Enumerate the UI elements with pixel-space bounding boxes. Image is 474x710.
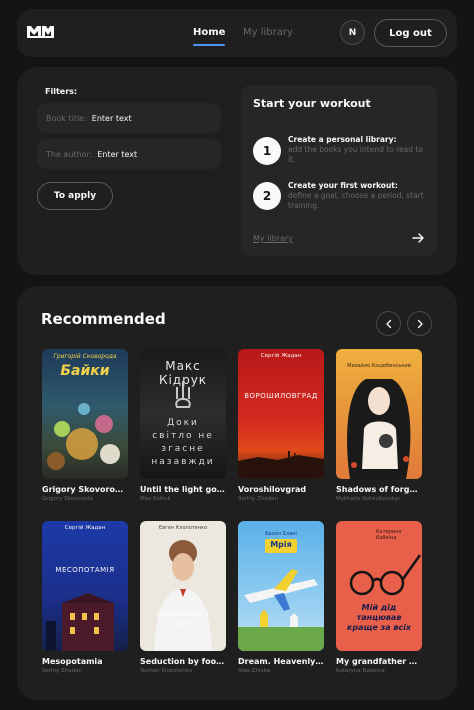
cover-airplane xyxy=(238,569,324,651)
logout-button[interactable]: Log out xyxy=(374,19,447,47)
workout-card: Start your workout 1 Create a personal l… xyxy=(241,85,437,256)
prev-page-button[interactable] xyxy=(376,311,401,336)
book-author: Serhiy Zhadan xyxy=(238,496,279,502)
book-author: Kateryna Babkina xyxy=(336,668,385,674)
cover-title: Байки xyxy=(60,363,110,379)
book-cover[interactable]: Євген Клопотенко Звабленн я їжею xyxy=(140,521,226,651)
cover-hand-illustration xyxy=(175,381,191,408)
book-title[interactable]: Until the light goes ... xyxy=(140,485,226,494)
book-title[interactable]: Mesopotamia xyxy=(42,657,128,666)
book-cover[interactable]: Катерина Бабкіна Мій дід танцював краще … xyxy=(336,521,422,651)
book-card[interactable]: Макс Кідрук Доки світло не згасне назавж… xyxy=(140,349,226,502)
cover-title: Мрія xyxy=(270,540,292,549)
cover-title: МЕСОПОТАМІЯ xyxy=(55,566,115,574)
step-1-title: Create a personal library: xyxy=(288,135,397,144)
arrow-right-icon[interactable] xyxy=(412,232,424,244)
filters-heading: Filters: xyxy=(45,87,78,96)
book-title[interactable]: Shadows of forgott... xyxy=(336,485,422,494)
author-input[interactable]: Enter text xyxy=(97,150,137,159)
book-author: Grigory Skovoroda xyxy=(42,496,94,502)
book-title-input[interactable]: Enter text xyxy=(92,114,132,123)
step-2-description: define a goal, choose a period, start tr… xyxy=(288,191,424,210)
book-author: Max Kidruk xyxy=(140,496,171,502)
book-cover[interactable]: Бахил Блакі Мрія xyxy=(238,521,324,651)
user-avatar[interactable]: N xyxy=(340,20,365,45)
cover-author: Сергій Жадан xyxy=(260,353,302,359)
recommended-panel: Recommended Григорій Сковорода Байки Gri… xyxy=(17,286,457,700)
book-author: Stas Zhivka xyxy=(238,668,271,674)
cover-title: Звабленн я їжею xyxy=(157,609,209,628)
book-title[interactable]: Dream. Heavenly al... xyxy=(238,657,324,666)
author-field[interactable]: The author: Enter text xyxy=(37,139,221,169)
cover-title: Мій дід танцював краще за всіх xyxy=(346,603,412,632)
book-card[interactable]: Бахил Блакі Мрія Dream. Heavenly al... S… xyxy=(238,521,324,674)
app-logo-icon[interactable] xyxy=(27,26,54,38)
book-card[interactable]: Сергій Жадан ВОРОШИЛОВГРАД Voroshilovgra… xyxy=(238,349,324,502)
cover-author: Григорій Сковорода xyxy=(53,353,117,360)
book-author: Mykhailo Kotsiubynskyi xyxy=(336,496,400,502)
cover-building xyxy=(46,593,114,651)
cover-author: Сергій Жадан xyxy=(64,525,106,531)
cover-title: ВОРОШИЛОВГРАД xyxy=(244,392,318,400)
book-cover[interactable]: Григорій Сковорода Байки xyxy=(42,349,128,479)
nav-library-link[interactable]: My library xyxy=(243,27,293,38)
filters-panel: Filters: Book title: Enter text The auth… xyxy=(17,67,457,275)
cover-illustration xyxy=(47,403,120,470)
step-1-description: add the books you intend to read to it. xyxy=(288,145,423,164)
chevron-left-icon xyxy=(385,319,391,328)
cover-landscape xyxy=(238,451,324,479)
author-label: The author: xyxy=(46,149,93,159)
book-cover[interactable]: Сергій Жадан ВОРОШИЛОВГРАД xyxy=(238,349,324,479)
book-cover[interactable]: Сергій Жадан МЕСОПОТАМІЯ xyxy=(42,521,128,651)
cover-author: Бахил Блакі xyxy=(265,531,297,537)
cover-glasses xyxy=(349,554,422,596)
next-page-button[interactable] xyxy=(407,311,432,336)
book-title-field[interactable]: Book title: Enter text xyxy=(37,103,221,133)
chevron-right-icon xyxy=(417,319,423,328)
step-2-number: 2 xyxy=(253,182,281,210)
recommended-title: Recommended xyxy=(41,310,166,328)
step-2-text: Create your first workout: define a goal… xyxy=(288,181,428,211)
step-1-text: Create a personal library: add the books… xyxy=(288,135,428,165)
book-author: Serhiy Zhadan xyxy=(42,668,83,674)
book-title[interactable]: Seduction by food. ... xyxy=(140,657,226,666)
nav-home-link[interactable]: Home xyxy=(193,27,226,46)
step-2-title: Create your first workout: xyxy=(288,181,398,190)
cover-title: Доки світло не згасне назавжди xyxy=(151,418,215,467)
step-1-number: 1 xyxy=(253,137,281,165)
book-card[interactable]: Катерина Бабкіна Мій дід танцював краще … xyxy=(336,521,422,674)
cover-author: Катерина Бабкіна xyxy=(376,529,402,541)
book-card[interactable]: Сергій Жадан МЕСОПОТАМІЯ Mesopotamia Ser… xyxy=(42,521,128,674)
app-header: Home My library N Log out xyxy=(17,9,457,57)
workout-title: Start your workout xyxy=(253,97,371,110)
apply-filters-button[interactable]: To apply xyxy=(37,182,113,210)
book-card[interactable]: Євген Клопотенко Звабленн я їжею Seducti… xyxy=(140,521,226,674)
book-card[interactable]: Михайло Коцюбинський Shadows of forgott.… xyxy=(336,349,422,502)
book-title[interactable]: Voroshilovgrad xyxy=(238,485,324,494)
book-card[interactable]: Григорій Сковорода Байки Grigory Skovoro… xyxy=(42,349,128,502)
book-title-label: Book title: xyxy=(46,113,87,123)
cover-portrait xyxy=(154,540,212,651)
book-cover[interactable]: Макс Кідрук Доки світло не згасне назавж… xyxy=(140,349,226,479)
book-cover[interactable]: Михайло Коцюбинський xyxy=(336,349,422,479)
book-author: Yevhen Klopotenko xyxy=(140,668,193,674)
book-title[interactable]: Grigory Skovoroda... xyxy=(42,485,128,494)
my-library-link[interactable]: My library xyxy=(253,234,293,243)
book-title[interactable]: My grandfather dae... xyxy=(336,657,422,666)
cover-portrait xyxy=(347,379,411,479)
